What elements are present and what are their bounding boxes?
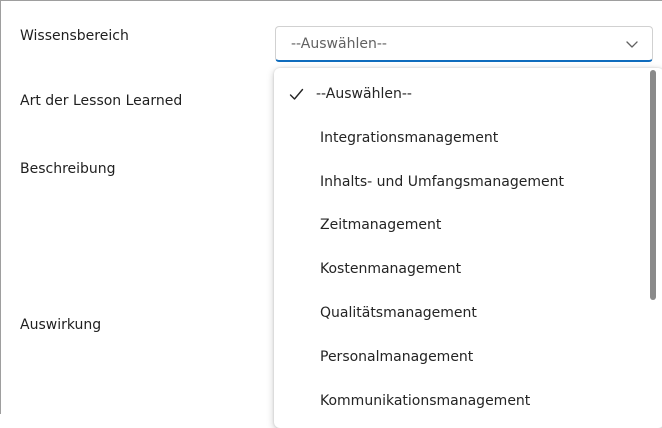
- label-wissensbereich: Wissensbereich: [20, 28, 129, 44]
- label-beschreibung: Beschreibung: [20, 161, 116, 177]
- option-inhalts-und-umfangsmanagement[interactable]: Inhalts- und Umfangsmanagement: [274, 163, 646, 203]
- option-label: Kommunikationsmanagement: [320, 393, 531, 409]
- option-integrationsmanagement[interactable]: Integrationsmanagement: [274, 119, 646, 159]
- option-kommunikationsmanagement[interactable]: Kommunikationsmanagement: [274, 382, 646, 422]
- option-label: Integrationsmanagement: [320, 130, 499, 146]
- option-label: Inhalts- und Umfangsmanagement: [320, 174, 564, 190]
- option-qualitaetsmanagement[interactable]: Qualitätsmanagement: [274, 294, 646, 334]
- option-label: Personalmanagement: [320, 349, 474, 365]
- option-label: Qualitätsmanagement: [320, 305, 477, 321]
- option-zeitmanagement[interactable]: Zeitmanagement: [274, 206, 646, 246]
- chevron-down-icon: [626, 41, 638, 48]
- select-value: --Auswählen--: [291, 36, 387, 52]
- option-personalmanagement[interactable]: Personalmanagement: [274, 338, 646, 378]
- option-label: --Auswählen--: [316, 86, 412, 102]
- label-art-der-lesson-learned: Art der Lesson Learned: [20, 93, 183, 109]
- checkmark-icon: [289, 88, 304, 100]
- option-kostenmanagement[interactable]: Kostenmanagement: [274, 250, 646, 290]
- option-label: Kostenmanagement: [320, 261, 462, 277]
- label-auswirkung: Auswirkung: [20, 317, 102, 333]
- wissensbereich-select[interactable]: --Auswählen--: [275, 26, 653, 62]
- option-label: Zeitmanagement: [320, 217, 442, 233]
- wissensbereich-dropdown-list: --Auswählen-- Integrationsmanagement Inh…: [274, 68, 662, 428]
- option-auswaehlen[interactable]: --Auswählen--: [274, 75, 646, 115]
- dropdown-scrollbar[interactable]: [650, 70, 656, 300]
